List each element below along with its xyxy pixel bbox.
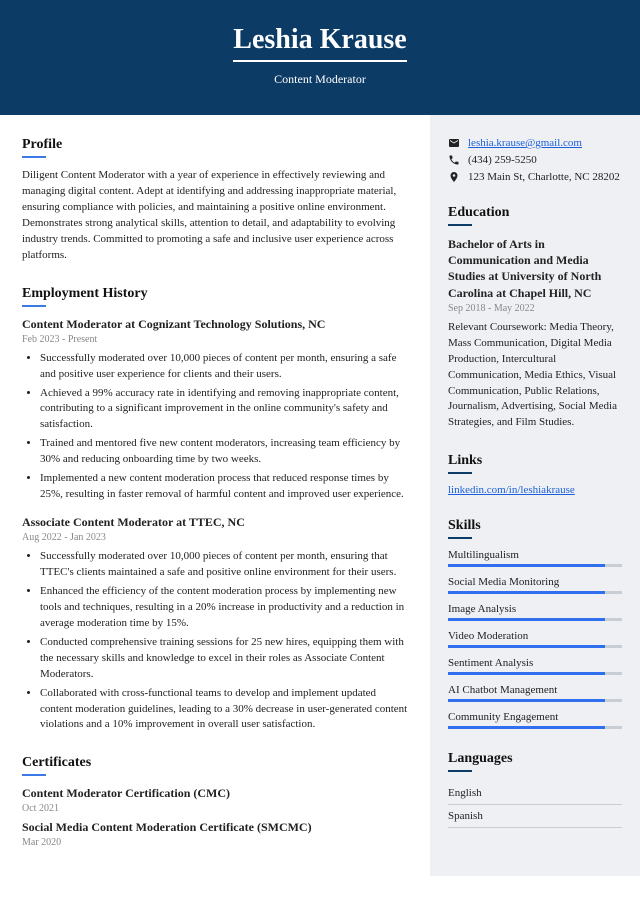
- job-title: Associate Content Moderator at TTEC, NC: [22, 515, 410, 530]
- job-dates: Aug 2022 - Jan 2023: [22, 532, 410, 543]
- certificate-title: Content Moderator Certification (CMC): [22, 786, 410, 801]
- skill-bar-fill: [448, 726, 605, 729]
- section-rule: [22, 774, 46, 776]
- certificate-date: Mar 2020: [22, 837, 410, 848]
- phone-row: (434) 259-5250: [448, 154, 622, 166]
- skill-name: AI Chatbot Management: [448, 684, 622, 696]
- skill-item: AI Chatbot Management: [448, 684, 622, 702]
- sidebar-column: leshia.krause@gmail.com (434) 259-5250 1…: [430, 115, 640, 876]
- section-rule: [448, 224, 472, 226]
- section-rule: [448, 472, 472, 474]
- section-rule: [448, 770, 472, 772]
- section-rule: [22, 305, 46, 307]
- employment-section: Employment History Content Moderator at …: [22, 286, 410, 734]
- employment-heading: Employment History: [22, 286, 410, 302]
- skills-section: Skills Multilingualism Social Media Monit…: [448, 518, 622, 729]
- skill-item: Sentiment Analysis: [448, 657, 622, 675]
- job-dates: Feb 2023 - Present: [22, 334, 410, 345]
- address-text: 123 Main St, Charlotte, NC 28202: [468, 171, 620, 183]
- profile-text: Diligent Content Moderator with a year o…: [22, 168, 410, 264]
- main-column: Profile Diligent Content Moderator with …: [0, 115, 430, 876]
- skill-bar: [448, 591, 622, 594]
- skill-name: Social Media Monitoring: [448, 576, 622, 588]
- language-item: English: [448, 782, 622, 805]
- skills-heading: Skills: [448, 518, 622, 534]
- profile-section: Profile Diligent Content Moderator with …: [22, 137, 410, 264]
- job-bullet: Achieved a 99% accuracy rate in identify…: [40, 386, 410, 434]
- skill-bar-fill: [448, 591, 605, 594]
- skill-item: Video Moderation: [448, 630, 622, 648]
- certificates-heading: Certificates: [22, 755, 410, 771]
- section-rule: [22, 156, 46, 158]
- skill-bar: [448, 645, 622, 648]
- phone-text: (434) 259-5250: [468, 154, 537, 166]
- job-bullet: Successfully moderated over 10,000 piece…: [40, 549, 410, 581]
- job-bullet: Conducted comprehensive training session…: [40, 635, 410, 683]
- section-rule: [448, 537, 472, 539]
- linkedin-link[interactable]: linkedin.com/in/leshiakrause: [448, 484, 575, 496]
- email-link[interactable]: leshia.krause@gmail.com: [468, 137, 582, 149]
- skill-bar: [448, 699, 622, 702]
- certificates-section: Certificates Content Moderator Certifica…: [22, 755, 410, 848]
- certificate-date: Oct 2021: [22, 803, 410, 814]
- skill-name: Multilingualism: [448, 549, 622, 561]
- job-bullet: Successfully moderated over 10,000 piece…: [40, 351, 410, 383]
- skill-item: Image Analysis: [448, 603, 622, 621]
- email-icon: [448, 137, 460, 149]
- language-item: Spanish: [448, 805, 622, 828]
- job-bullets: Successfully moderated over 10,000 piece…: [22, 351, 410, 503]
- skill-name: Community Engagement: [448, 711, 622, 723]
- skill-item: Multilingualism: [448, 549, 622, 567]
- education-heading: Education: [448, 205, 622, 221]
- job-entry: Content Moderator at Cognizant Technolog…: [22, 317, 410, 503]
- resume-body: Profile Diligent Content Moderator with …: [0, 115, 640, 876]
- job-bullet: Collaborated with cross-functional teams…: [40, 686, 410, 734]
- skill-bar-fill: [448, 645, 605, 648]
- job-title-header: Content Moderator: [20, 72, 620, 87]
- links-heading: Links: [448, 453, 622, 469]
- certificate-title: Social Media Content Moderation Certific…: [22, 820, 410, 835]
- skill-item: Social Media Monitoring: [448, 576, 622, 594]
- skill-name: Video Moderation: [448, 630, 622, 642]
- skill-bar-fill: [448, 672, 605, 675]
- job-bullet: Enhanced the efficiency of the content m…: [40, 584, 410, 632]
- job-title: Content Moderator at Cognizant Technolog…: [22, 317, 410, 332]
- skill-bar: [448, 618, 622, 621]
- profile-heading: Profile: [22, 137, 410, 153]
- skill-bar: [448, 564, 622, 567]
- education-section: Education Bachelor of Arts in Communicat…: [448, 205, 622, 431]
- education-dates: Sep 2018 - May 2022: [448, 303, 622, 314]
- email-row: leshia.krause@gmail.com: [448, 137, 622, 149]
- job-bullet: Trained and mentored five new content mo…: [40, 436, 410, 468]
- skill-bar: [448, 672, 622, 675]
- skill-name: Image Analysis: [448, 603, 622, 615]
- address-row: 123 Main St, Charlotte, NC 28202: [448, 171, 622, 183]
- languages-heading: Languages: [448, 751, 622, 767]
- skill-name: Sentiment Analysis: [448, 657, 622, 669]
- skill-bar-fill: [448, 699, 605, 702]
- skill-bar-fill: [448, 618, 605, 621]
- degree-title: Bachelor of Arts in Communication and Me…: [448, 236, 622, 301]
- languages-section: Languages EnglishSpanish: [448, 751, 622, 828]
- full-name: Leshia Krause: [233, 24, 406, 62]
- contact-section: leshia.krause@gmail.com (434) 259-5250 1…: [448, 137, 622, 183]
- job-bullet: Implemented a new content moderation pro…: [40, 471, 410, 503]
- phone-icon: [448, 154, 460, 166]
- job-bullets: Successfully moderated over 10,000 piece…: [22, 549, 410, 733]
- coursework-text: Relevant Coursework: Media Theory, Mass …: [448, 320, 622, 432]
- skill-bar: [448, 726, 622, 729]
- links-section: Links linkedin.com/in/leshiakrause: [448, 453, 622, 496]
- skill-bar-fill: [448, 564, 605, 567]
- resume-header: Leshia Krause Content Moderator: [0, 0, 640, 115]
- skill-item: Community Engagement: [448, 711, 622, 729]
- location-icon: [448, 171, 460, 183]
- job-entry: Associate Content Moderator at TTEC, NC A…: [22, 515, 410, 733]
